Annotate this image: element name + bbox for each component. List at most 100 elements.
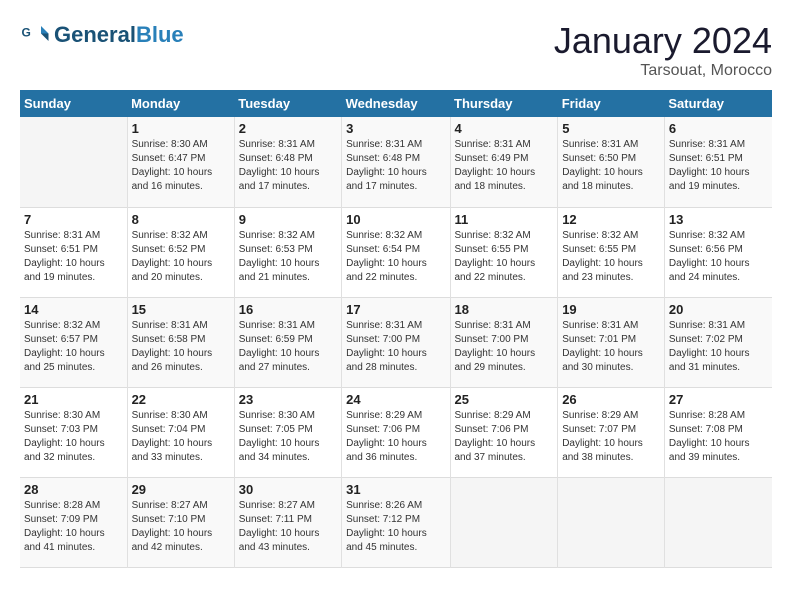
- sunrise-text: Sunrise: 8:32 AM: [562, 229, 660, 243]
- calendar-cell: 20Sunrise: 8:31 AMSunset: 7:02 PMDayligh…: [664, 297, 772, 387]
- calendar-cell: 7 Sunrise: 8:31 AMSunset: 6:51 PMDaylight…: [20, 207, 127, 297]
- location: Tarsouat, Morocco: [554, 62, 772, 80]
- sunset-text: Sunset: 6:57 PM: [24, 333, 123, 347]
- daylight-text: Daylight: 10 hours and 33 minutes.: [132, 437, 230, 465]
- daylight-text: Daylight: 10 hours and 41 minutes.: [24, 527, 123, 555]
- sunset-text: Sunset: 6:48 PM: [239, 152, 337, 166]
- calendar-cell: [664, 477, 772, 567]
- day-info: Sunrise: 8:28 AMSunset: 7:08 PMDaylight:…: [669, 409, 768, 465]
- sunrise-text: Sunrise: 8:29 AM: [346, 409, 445, 423]
- sunset-text: Sunset: 7:09 PM: [24, 513, 123, 527]
- daylight-text: Daylight: 10 hours and 43 minutes.: [239, 527, 337, 555]
- sunset-text: Sunset: 7:10 PM: [132, 513, 230, 527]
- calendar-cell: 5Sunrise: 8:31 AMSunset: 6:50 PMDaylight…: [558, 117, 665, 207]
- day-info: Sunrise: 8:32 AMSunset: 6:55 PMDaylight:…: [455, 229, 554, 285]
- sunrise-text: Sunrise: 8:32 AM: [346, 229, 445, 243]
- sunrise-text: Sunrise: 8:31 AM: [132, 319, 230, 333]
- calendar-cell: 8Sunrise: 8:32 AMSunset: 6:52 PMDaylight…: [127, 207, 234, 297]
- sunrise-text: Sunrise: 8:32 AM: [132, 229, 230, 243]
- daylight-text: Daylight: 10 hours and 25 minutes.: [24, 347, 123, 375]
- daylight-text: Daylight: 10 hours and 34 minutes.: [239, 437, 337, 465]
- weekday-header: Sunday: [20, 90, 127, 117]
- calendar-cell: 12Sunrise: 8:32 AMSunset: 6:55 PMDayligh…: [558, 207, 665, 297]
- calendar-cell: 17Sunrise: 8:31 AMSunset: 7:00 PMDayligh…: [342, 297, 450, 387]
- sunrise-text: Sunrise: 8:31 AM: [562, 138, 660, 152]
- day-info: Sunrise: 8:31 AMSunset: 6:49 PMDaylight:…: [455, 138, 554, 194]
- sunrise-text: Sunrise: 8:29 AM: [455, 409, 554, 423]
- sunset-text: Sunset: 7:02 PM: [669, 333, 768, 347]
- logo-general: General: [54, 22, 136, 47]
- daylight-text: Daylight: 10 hours and 22 minutes.: [455, 257, 554, 285]
- daylight-text: Daylight: 10 hours and 37 minutes.: [455, 437, 554, 465]
- day-number: 6: [669, 121, 768, 136]
- sunset-text: Sunset: 6:51 PM: [24, 243, 123, 257]
- sunset-text: Sunset: 7:06 PM: [346, 423, 445, 437]
- day-number: 24: [346, 392, 445, 407]
- day-info: Sunrise: 8:30 AMSunset: 7:05 PMDaylight:…: [239, 409, 337, 465]
- sunset-text: Sunset: 7:07 PM: [562, 423, 660, 437]
- sunrise-text: Sunrise: 8:30 AM: [132, 138, 230, 152]
- day-number: 20: [669, 302, 768, 317]
- day-number: 21: [24, 392, 123, 407]
- calendar-week-row: 21Sunrise: 8:30 AMSunset: 7:03 PMDayligh…: [20, 387, 772, 477]
- day-number: 30: [239, 482, 337, 497]
- sunset-text: Sunset: 6:47 PM: [132, 152, 230, 166]
- logo-blue: Blue: [136, 22, 184, 47]
- daylight-text: Daylight: 10 hours and 26 minutes.: [132, 347, 230, 375]
- calendar-cell: 21Sunrise: 8:30 AMSunset: 7:03 PMDayligh…: [20, 387, 127, 477]
- daylight-text: Daylight: 10 hours and 19 minutes.: [669, 166, 768, 194]
- calendar-cell: 6Sunrise: 8:31 AMSunset: 6:51 PMDaylight…: [664, 117, 772, 207]
- sunset-text: Sunset: 7:00 PM: [346, 333, 445, 347]
- daylight-text: Daylight: 10 hours and 45 minutes.: [346, 527, 445, 555]
- day-number: 1: [132, 121, 230, 136]
- sunrise-text: Sunrise: 8:32 AM: [239, 229, 337, 243]
- calendar-cell: 4Sunrise: 8:31 AMSunset: 6:49 PMDaylight…: [450, 117, 558, 207]
- logo: G GeneralBlue: [20, 20, 184, 50]
- day-info: Sunrise: 8:31 AMSunset: 6:59 PMDaylight:…: [239, 319, 337, 375]
- calendar-cell: 15Sunrise: 8:31 AMSunset: 6:58 PMDayligh…: [127, 297, 234, 387]
- day-info: Sunrise: 8:28 AMSunset: 7:09 PMDaylight:…: [24, 499, 123, 555]
- daylight-text: Daylight: 10 hours and 36 minutes.: [346, 437, 445, 465]
- daylight-text: Daylight: 10 hours and 17 minutes.: [239, 166, 337, 194]
- sunrise-text: Sunrise: 8:32 AM: [455, 229, 554, 243]
- calendar-cell: 19Sunrise: 8:31 AMSunset: 7:01 PMDayligh…: [558, 297, 665, 387]
- daylight-text: Daylight: 10 hours and 24 minutes.: [669, 257, 768, 285]
- sunset-text: Sunset: 7:12 PM: [346, 513, 445, 527]
- day-number: 11: [455, 212, 554, 227]
- day-info: Sunrise: 8:31 AMSunset: 6:50 PMDaylight:…: [562, 138, 660, 194]
- day-info: Sunrise: 8:31 AMSunset: 6:48 PMDaylight:…: [239, 138, 337, 194]
- sunset-text: Sunset: 6:48 PM: [346, 152, 445, 166]
- daylight-text: Daylight: 10 hours and 28 minutes.: [346, 347, 445, 375]
- calendar-cell: 3Sunrise: 8:31 AMSunset: 6:48 PMDaylight…: [342, 117, 450, 207]
- calendar-cell: 30Sunrise: 8:27 AMSunset: 7:11 PMDayligh…: [234, 477, 341, 567]
- day-info: Sunrise: 8:32 AMSunset: 6:53 PMDaylight:…: [239, 229, 337, 285]
- sunrise-text: Sunrise: 8:28 AM: [669, 409, 768, 423]
- calendar-cell: 18Sunrise: 8:31 AMSunset: 7:00 PMDayligh…: [450, 297, 558, 387]
- daylight-text: Daylight: 10 hours and 32 minutes.: [24, 437, 123, 465]
- sunset-text: Sunset: 7:03 PM: [24, 423, 123, 437]
- day-number: 29: [132, 482, 230, 497]
- sunset-text: Sunset: 6:52 PM: [132, 243, 230, 257]
- day-info: Sunrise: 8:31 AMSunset: 7:01 PMDaylight:…: [562, 319, 660, 375]
- sunrise-text: Sunrise: 8:30 AM: [239, 409, 337, 423]
- day-info: Sunrise: 8:32 AMSunset: 6:57 PMDaylight:…: [24, 319, 123, 375]
- day-info: Sunrise: 8:32 AMSunset: 6:56 PMDaylight:…: [669, 229, 768, 285]
- sunset-text: Sunset: 7:01 PM: [562, 333, 660, 347]
- day-number: 28: [24, 482, 123, 497]
- sunrise-text: Sunrise: 8:27 AM: [239, 499, 337, 513]
- day-info: Sunrise: 8:31 AMSunset: 6:51 PMDaylight:…: [24, 229, 123, 285]
- calendar-header: SundayMondayTuesdayWednesdayThursdayFrid…: [20, 90, 772, 117]
- sunrise-text: Sunrise: 8:31 AM: [455, 138, 554, 152]
- sunset-text: Sunset: 6:49 PM: [455, 152, 554, 166]
- day-number: 15: [132, 302, 230, 317]
- sunrise-text: Sunrise: 8:32 AM: [669, 229, 768, 243]
- sunrise-text: Sunrise: 8:31 AM: [24, 229, 123, 243]
- calendar-cell: 9Sunrise: 8:32 AMSunset: 6:53 PMDaylight…: [234, 207, 341, 297]
- day-info: Sunrise: 8:29 AMSunset: 7:06 PMDaylight:…: [346, 409, 445, 465]
- day-number: 18: [455, 302, 554, 317]
- calendar-cell: 28 Sunrise: 8:28 AMSunset: 7:09 PMDayligh…: [20, 477, 127, 567]
- calendar-cell: 23Sunrise: 8:30 AMSunset: 7:05 PMDayligh…: [234, 387, 341, 477]
- day-info: Sunrise: 8:32 AMSunset: 6:55 PMDaylight:…: [562, 229, 660, 285]
- day-number: 7: [24, 212, 123, 227]
- daylight-text: Daylight: 10 hours and 18 minutes.: [455, 166, 554, 194]
